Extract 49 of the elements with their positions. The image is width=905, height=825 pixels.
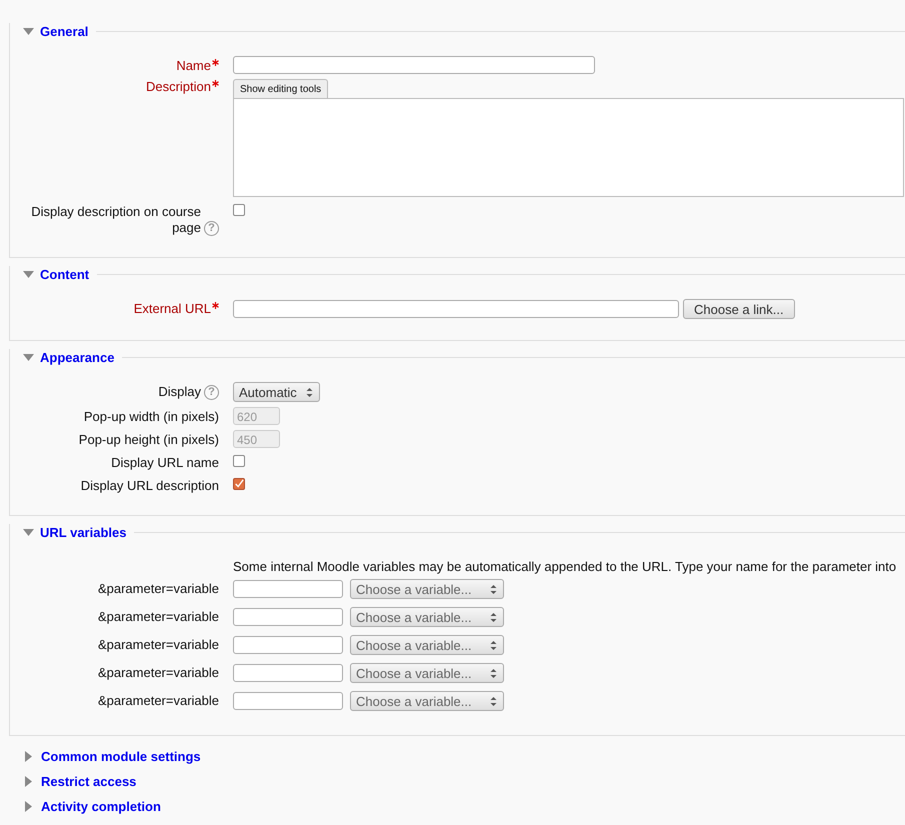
number-input: 620 bbox=[233, 407, 280, 425]
field-label: Description bbox=[146, 79, 211, 95]
section-title[interactable]: URL variables bbox=[40, 525, 126, 540]
variable-select[interactable]: Choose a variable... bbox=[350, 579, 504, 599]
field-label: &parameter=variable bbox=[98, 581, 219, 597]
variable-select[interactable]: Choose a variable... bbox=[350, 663, 504, 683]
section-title[interactable]: Appearance bbox=[40, 350, 114, 365]
field-label: Pop-up height (in pixels) bbox=[78, 432, 219, 448]
checkbox[interactable] bbox=[233, 478, 245, 490]
variable-select[interactable]: Choose a variable... bbox=[350, 607, 504, 627]
updown-arrow-icon bbox=[490, 640, 497, 650]
parameter-input[interactable] bbox=[233, 636, 343, 654]
variable-select[interactable]: Choose a variable... bbox=[350, 635, 504, 655]
field-label: Name bbox=[176, 58, 211, 74]
name-input[interactable] bbox=[233, 56, 595, 74]
section-title[interactable]: Common module settings bbox=[41, 749, 201, 764]
field-label: Display URL description bbox=[80, 478, 219, 494]
description-text-area[interactable] bbox=[233, 98, 904, 197]
field-label: Display description on course page bbox=[30, 204, 201, 236]
show-editing-tools-button[interactable]: Show editing tools bbox=[233, 79, 328, 98]
variable-select[interactable]: Choose a variable... bbox=[350, 691, 504, 711]
field-label: &parameter=variable bbox=[98, 693, 219, 709]
parameter-input[interactable] bbox=[233, 664, 343, 682]
checkbox[interactable] bbox=[233, 455, 245, 467]
field-label: &parameter=variable bbox=[98, 637, 219, 653]
parameter-input[interactable] bbox=[233, 608, 343, 626]
updown-arrow-icon bbox=[306, 386, 313, 398]
url-input[interactable] bbox=[233, 300, 679, 318]
info-text: Some internal Moodle variables may be automatically appended to the URL. Type your name for the parameter into bbox=[233, 558, 896, 575]
field-label: &parameter=variable bbox=[98, 609, 219, 625]
choose-link-button[interactable]: Choose a link... bbox=[683, 299, 795, 319]
field-label: &parameter=variable bbox=[98, 665, 219, 681]
number-input: 450 bbox=[233, 430, 280, 448]
parameter-input[interactable] bbox=[233, 692, 343, 710]
checkbox[interactable] bbox=[233, 204, 245, 216]
field-label: Display bbox=[158, 384, 201, 400]
field-label: External URL bbox=[134, 301, 211, 317]
section-title[interactable]: General bbox=[40, 24, 88, 39]
section-title[interactable]: Activity completion bbox=[41, 799, 161, 814]
field-label: Display URL name bbox=[111, 455, 219, 471]
parameter-input[interactable] bbox=[233, 580, 343, 598]
updown-arrow-icon bbox=[490, 612, 497, 622]
display-select[interactable]: Automatic bbox=[233, 382, 320, 402]
updown-arrow-icon bbox=[490, 696, 497, 706]
updown-arrow-icon bbox=[490, 584, 497, 594]
field-label: Pop-up width (in pixels) bbox=[84, 409, 219, 425]
section-title[interactable]: Content bbox=[40, 267, 90, 282]
section-title[interactable]: Restrict access bbox=[41, 774, 136, 789]
updown-arrow-icon bbox=[490, 668, 497, 678]
